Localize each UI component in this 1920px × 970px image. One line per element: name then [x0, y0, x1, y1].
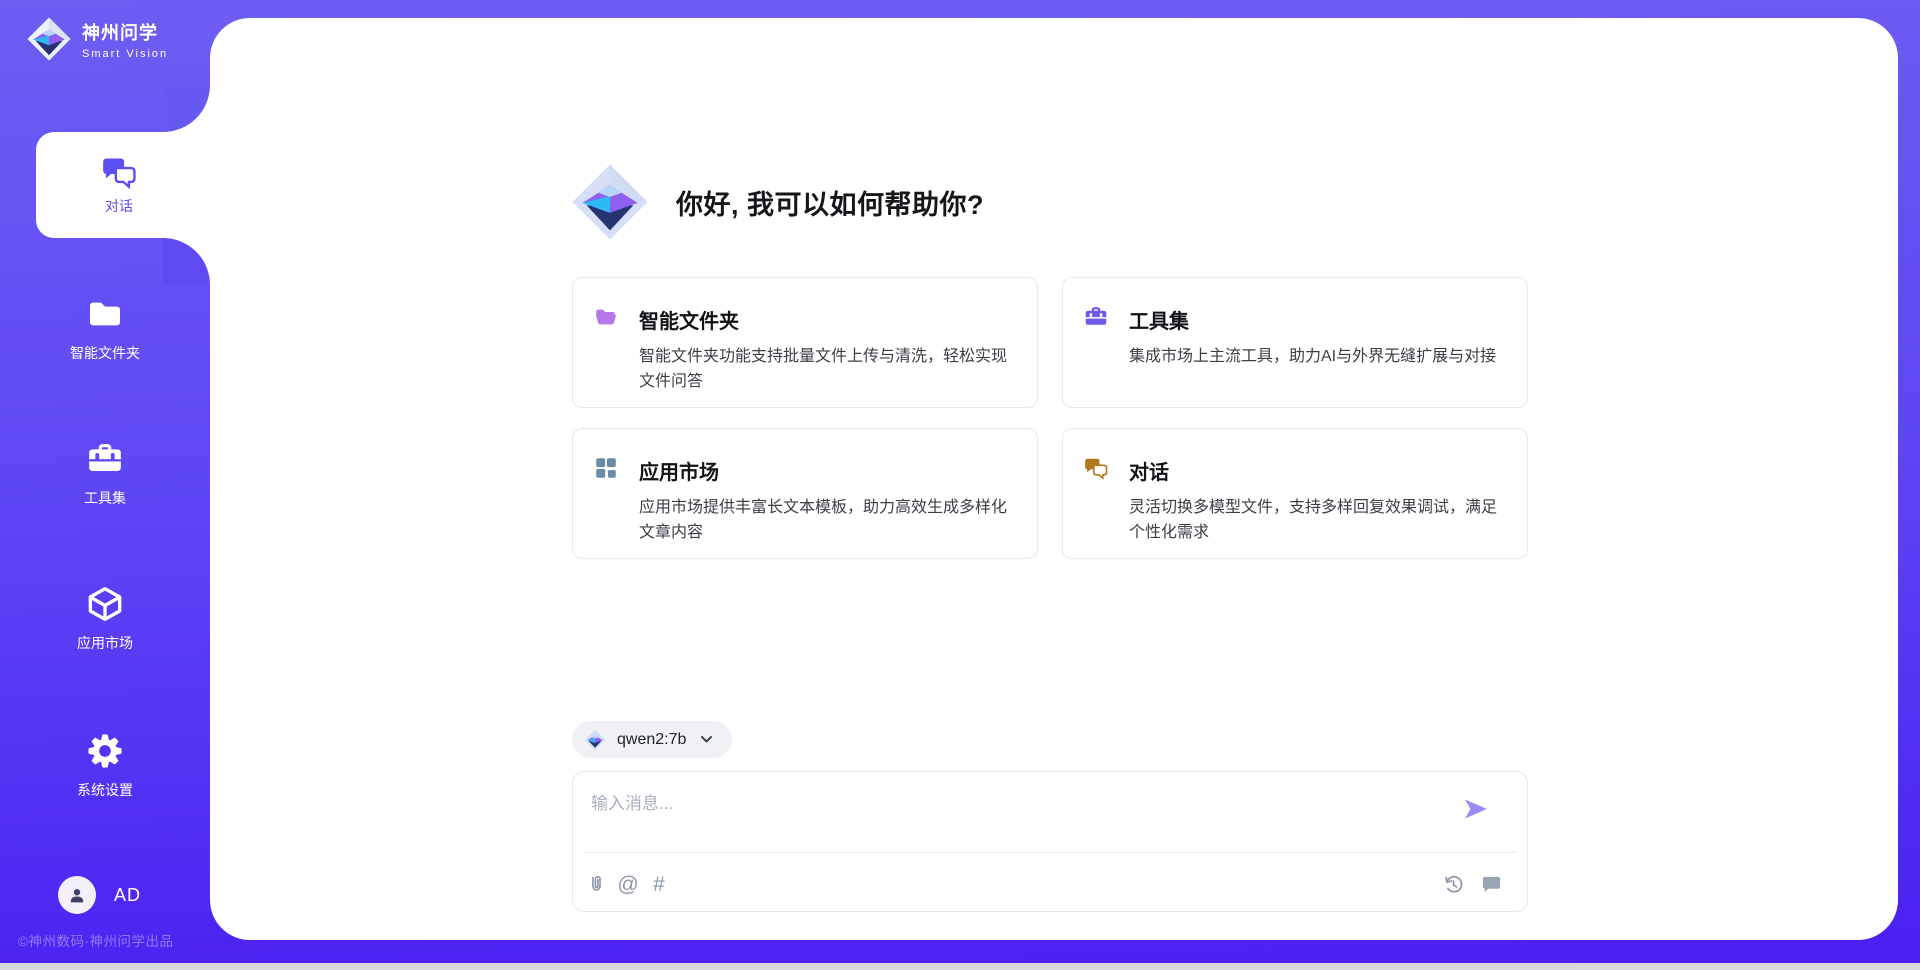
- brand-subtitle: Smart Vision: [82, 48, 168, 60]
- user-profile[interactable]: AD: [58, 876, 141, 914]
- chevron-down-icon: [697, 730, 716, 749]
- person-icon: [66, 884, 88, 906]
- feature-cards: 智能文件夹 智能文件夹功能支持批量文件上传与清洗，轻松实现文件问答 工具集 集成…: [572, 277, 1528, 559]
- history-clock-icon: [1442, 873, 1465, 896]
- hash-icon: #: [653, 873, 665, 896]
- greeting-title: 你好, 我可以如何帮助你?: [676, 183, 984, 222]
- mention-button[interactable]: @: [617, 874, 639, 895]
- sidebar-item-toolset[interactable]: 工具集: [0, 439, 210, 508]
- attach-file-button[interactable]: [585, 873, 608, 896]
- model-selector[interactable]: qwen2:7b: [572, 721, 732, 758]
- card-app-market[interactable]: 应用市场 应用市场提供丰富长文本模板，助力高效生成多样化文章内容: [572, 428, 1038, 559]
- tab-fillet-top: [163, 85, 210, 132]
- gear-icon: [85, 731, 125, 771]
- card-title: 应用市场: [639, 456, 1009, 485]
- message-bubble-icon: [1480, 873, 1503, 896]
- sidebar-item-chat[interactable]: 对话: [36, 132, 214, 238]
- card-title: 工具集: [1129, 305, 1499, 334]
- conversation-button[interactable]: [1480, 873, 1503, 896]
- card-description: 集成市场上主流工具，助力AI与外界无缝扩展与对接: [1129, 345, 1499, 370]
- model-name: qwen2:7b: [617, 731, 686, 749]
- at-icon: @: [617, 873, 638, 896]
- tab-fillet-bottom: [163, 238, 210, 285]
- brand-diamond-icon: [26, 16, 72, 62]
- brand-logo: 神州问学 Smart Vision: [26, 16, 168, 62]
- paperclip-icon: [585, 873, 608, 896]
- user-initials: AD: [114, 885, 141, 906]
- avatar: [58, 876, 96, 914]
- sidebar-item-settings[interactable]: 系统设置: [0, 731, 210, 800]
- message-composer: @ #: [572, 771, 1528, 912]
- brand-name: 神州问学: [82, 19, 168, 45]
- cube-icon: [85, 584, 125, 624]
- composer-divider: [583, 852, 1517, 853]
- folder-open-icon: [593, 304, 619, 330]
- chat-icon: [100, 155, 138, 189]
- topic-button[interactable]: #: [648, 874, 670, 895]
- sidebar-item-label: 智能文件夹: [70, 343, 140, 363]
- card-toolset[interactable]: 工具集 集成市场上主流工具，助力AI与外界无缝扩展与对接: [1062, 277, 1528, 408]
- model-diamond-icon: [584, 729, 606, 751]
- grid-icon: [593, 455, 619, 481]
- sidebar-item-smart-folder[interactable]: 智能文件夹: [0, 294, 210, 363]
- sidebar-item-label: 对话: [105, 196, 133, 216]
- bottom-edge-strip: [0, 963, 1920, 970]
- sidebar-item-app-market[interactable]: 应用市场: [0, 584, 210, 653]
- card-description: 灵活切换多模型文件，支持多样回复效果调试，满足个性化需求: [1129, 496, 1499, 546]
- card-smart-folder[interactable]: 智能文件夹 智能文件夹功能支持批量文件上传与清洗，轻松实现文件问答: [572, 277, 1038, 408]
- sidebar-item-label: 系统设置: [77, 780, 133, 800]
- copyright-footer: ©神州数码·神州问学出品: [18, 930, 173, 950]
- card-chat[interactable]: 对话 灵活切换多模型文件，支持多样回复效果调试，满足个性化需求: [1062, 428, 1528, 559]
- card-title: 智能文件夹: [639, 305, 1009, 334]
- card-description: 应用市场提供丰富长文本模板，助力高效生成多样化文章内容: [639, 496, 1009, 546]
- send-icon[interactable]: [1461, 794, 1491, 824]
- card-title: 对话: [1129, 456, 1499, 485]
- sidebar-item-label: 工具集: [84, 488, 126, 508]
- assistant-diamond-icon: [570, 162, 650, 242]
- history-button[interactable]: [1442, 873, 1465, 896]
- greeting-block: 你好, 我可以如何帮助你?: [570, 160, 984, 244]
- folder-icon: [85, 294, 125, 334]
- toolbox-icon: [85, 439, 125, 479]
- message-input[interactable]: [589, 787, 1433, 843]
- chat-icon: [1083, 455, 1109, 481]
- sidebar-item-label: 应用市场: [77, 633, 133, 653]
- toolbox-icon: [1083, 304, 1109, 330]
- card-description: 智能文件夹功能支持批量文件上传与清洗，轻松实现文件问答: [639, 345, 1009, 395]
